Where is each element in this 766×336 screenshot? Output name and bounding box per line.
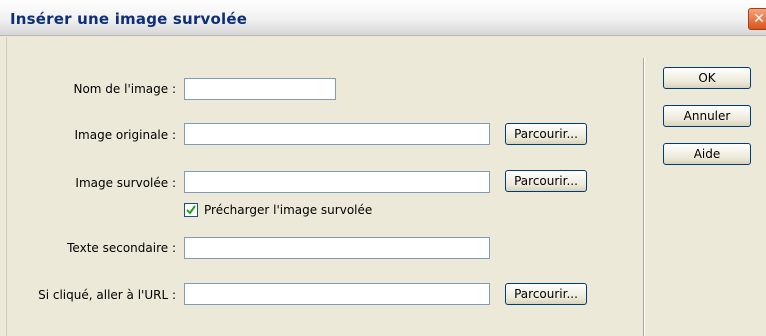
title-bar: Insérer une image survolée ✕ (0, 0, 766, 36)
checkmark-icon (186, 205, 196, 215)
image-name-label: Nom de l'image : (73, 82, 176, 96)
button-column-separator (643, 58, 645, 336)
browse-original-button[interactable]: Parcourir... (505, 123, 587, 145)
close-button[interactable]: ✕ (748, 8, 766, 30)
browse-url-button[interactable]: Parcourir... (505, 283, 587, 305)
browse-rollover-button[interactable]: Parcourir... (505, 170, 587, 192)
dialog-left-border (6, 37, 7, 336)
alt-text-label: Texte secondaire : (67, 241, 176, 255)
url-input[interactable] (184, 283, 490, 305)
ok-button[interactable]: OK (663, 67, 751, 89)
rollover-image-input[interactable] (184, 171, 490, 193)
close-icon: ✕ (753, 11, 765, 27)
url-label: Si cliqué, aller à l'URL : (38, 288, 176, 302)
rollover-image-label: Image survolée : (75, 176, 176, 190)
cancel-button[interactable]: Annuler (663, 105, 751, 127)
preload-checkbox[interactable] (184, 203, 198, 217)
original-image-input[interactable] (184, 123, 490, 145)
preload-option[interactable]: Précharger l'image survolée (184, 201, 372, 219)
preload-label: Précharger l'image survolée (204, 203, 373, 217)
alt-text-input[interactable] (184, 237, 490, 259)
help-button[interactable]: Aide (663, 143, 751, 165)
original-image-label: Image originale : (74, 128, 177, 142)
dialog-title: Insérer une image survolée (10, 10, 248, 28)
image-name-input[interactable] (184, 78, 336, 100)
